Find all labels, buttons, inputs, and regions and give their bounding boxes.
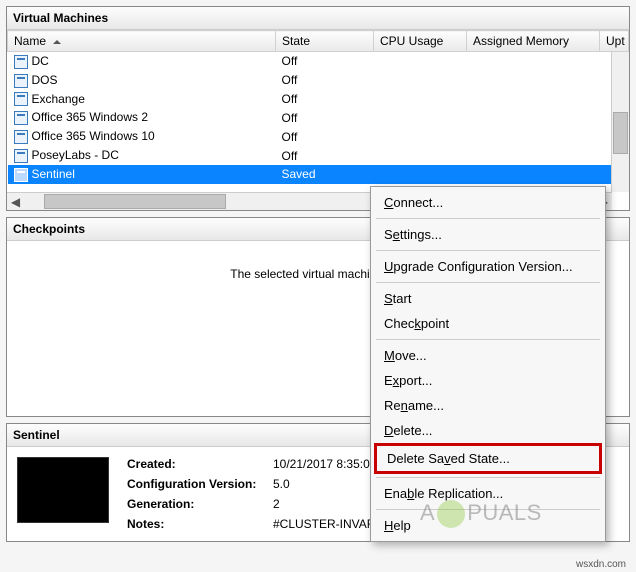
mi-text: elete... (393, 423, 432, 438)
mi-text: ttings... (400, 227, 442, 242)
menu-upgrade-config[interactable]: Upgrade Configuration Version... (374, 254, 602, 279)
vm-state: Off (276, 146, 374, 165)
menu-separator (376, 282, 600, 283)
table-row[interactable]: Office 365 Windows 10 Off (8, 127, 629, 146)
mi-text: onnect... (393, 195, 443, 210)
menu-start[interactable]: Start (374, 286, 602, 311)
vm-icon (14, 149, 28, 163)
menu-separator (376, 250, 600, 251)
mi-text: le Replication... (414, 486, 503, 501)
vm-state: Off (276, 127, 374, 146)
mi-text: ove... (395, 348, 427, 363)
mi-text: Delete Sa (387, 451, 444, 466)
mi-text: S (384, 227, 393, 242)
vm-name: Sentinel (32, 167, 75, 181)
watermark-icon (437, 500, 465, 528)
vm-name: Office 365 Windows 2 (32, 110, 149, 124)
vm-context-menu: Connect... Settings... Upgrade Configura… (370, 186, 606, 542)
vm-state: Off (276, 71, 374, 90)
vm-thumbnail (17, 457, 109, 523)
scrollbar-thumb[interactable] (44, 194, 226, 209)
mi-text: Re (384, 398, 401, 413)
table-row[interactable]: DOS Off (8, 71, 629, 90)
column-state[interactable]: State (276, 31, 374, 52)
menu-rename[interactable]: Rename... (374, 393, 602, 418)
mi-text: ed State... (451, 451, 510, 466)
mi-text: Ena (384, 486, 407, 501)
config-version-value: 5.0 (273, 477, 290, 491)
created-label: Created: (127, 457, 267, 471)
generation-label: Generation: (127, 497, 267, 511)
config-version-label: Configuration Version: (127, 477, 267, 491)
vm-name: DOS (32, 73, 58, 87)
mi-text: ame... (408, 398, 444, 413)
mi-text: elp (393, 518, 410, 533)
menu-separator (376, 477, 600, 478)
vm-panel-header: Virtual Machines (7, 7, 629, 30)
vm-state: Saved (276, 165, 374, 184)
generation-value: 2 (273, 497, 280, 511)
vm-icon (14, 55, 28, 69)
virtual-machines-panel: Virtual Machines Name State CPU Usage As… (6, 6, 630, 211)
menu-export[interactable]: Export... (374, 368, 602, 393)
vm-state: Off (276, 108, 374, 127)
column-name-label: Name (14, 34, 46, 48)
mi-text: port... (399, 373, 432, 388)
vm-icon (14, 130, 28, 144)
vm-state: Off (276, 90, 374, 109)
mi-text: tart (393, 291, 412, 306)
vm-name: Exchange (32, 92, 85, 106)
menu-separator (376, 339, 600, 340)
column-headers-row: Name State CPU Usage Assigned Memory Upt (8, 31, 629, 52)
vm-icon (14, 74, 28, 88)
vm-icon (14, 168, 28, 182)
vm-table: Name State CPU Usage Assigned Memory Upt… (7, 30, 629, 184)
mi-text: pgrade Configuration Version... (393, 259, 572, 274)
sort-ascending-icon (53, 40, 61, 44)
vertical-scrollbar[interactable] (611, 52, 629, 192)
scroll-left-arrow[interactable]: ◀ (7, 193, 24, 210)
column-uptime[interactable]: Upt (600, 31, 629, 52)
mi-text: Chec (384, 316, 414, 331)
vm-name: PoseyLabs - DC (32, 148, 119, 162)
menu-delete-saved-state[interactable]: Delete Saved State... (374, 443, 602, 474)
column-name[interactable]: Name (8, 31, 276, 52)
table-row[interactable]: Sentinel Saved (8, 165, 629, 184)
watermark: APUALS (420, 500, 542, 528)
table-row[interactable]: DC Off (8, 52, 629, 71)
vm-name: DC (32, 54, 49, 68)
highlight-annotation: Delete Saved State... (374, 443, 602, 474)
table-row[interactable]: Office 365 Windows 2 Off (8, 108, 629, 127)
column-cpu-usage[interactable]: CPU Usage (374, 31, 467, 52)
mi-text: E (384, 373, 393, 388)
menu-settings[interactable]: Settings... (374, 222, 602, 247)
vm-name: Office 365 Windows 10 (32, 129, 155, 143)
column-assigned-memory[interactable]: Assigned Memory (467, 31, 600, 52)
table-row[interactable]: PoseyLabs - DC Off (8, 146, 629, 165)
notes-label: Notes: (127, 517, 267, 531)
mi-text: point (421, 316, 449, 331)
menu-connect[interactable]: Connect... (374, 190, 602, 215)
scrollbar-thumb[interactable] (613, 112, 628, 154)
vm-icon (14, 111, 28, 125)
menu-delete[interactable]: Delete... (374, 418, 602, 443)
vm-state: Off (276, 52, 374, 71)
vm-icon (14, 92, 28, 106)
menu-separator (376, 218, 600, 219)
menu-move[interactable]: Move... (374, 343, 602, 368)
menu-checkpoint[interactable]: Checkpoint (374, 311, 602, 336)
site-attribution: wsxdn.com (576, 559, 626, 570)
table-row[interactable]: Exchange Off (8, 90, 629, 109)
